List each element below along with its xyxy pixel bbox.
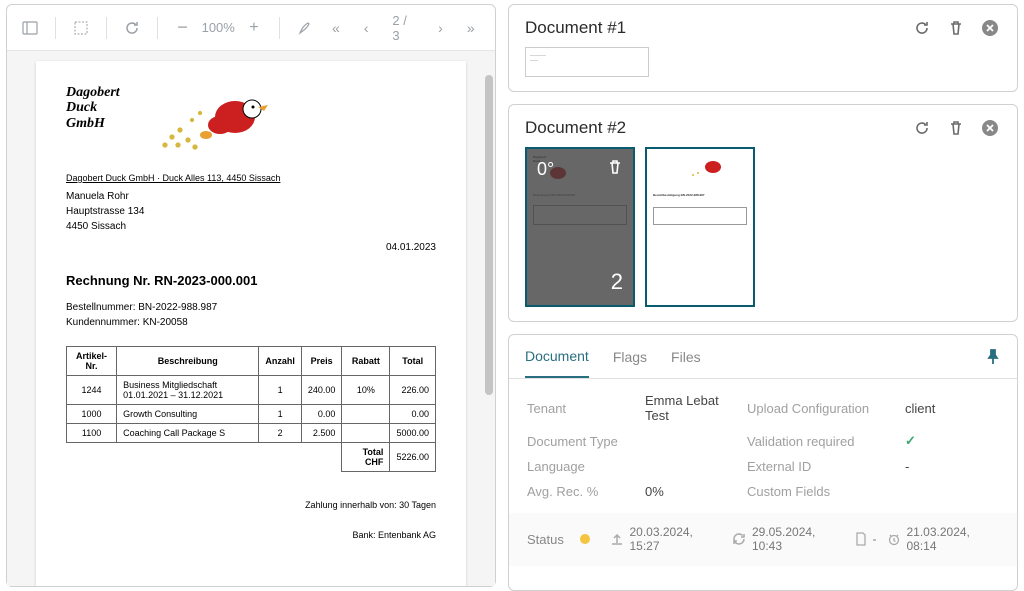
status-dot-icon	[580, 534, 590, 544]
status-row: Status 20.03.2024, 15:27 29.05.2024, 10:…	[509, 513, 1017, 566]
invoice-line-items-table: Artikel-Nr. Beschreibung Anzahl Preis Ra…	[66, 346, 436, 472]
meta-label: Custom Fields	[747, 484, 897, 499]
thumb-page-number: 2	[537, 269, 623, 295]
reload-icon[interactable]	[911, 17, 933, 39]
document-card-1: Document #1 ——————	[508, 4, 1018, 92]
page-thumbnail-selected[interactable]: DagobertDuck Rechnung Nr RN-2023-000.001…	[525, 147, 635, 307]
clock-date: 21.03.2024, 08:14	[907, 525, 1000, 554]
doc1-thumbnail[interactable]: ——————	[525, 47, 649, 77]
metadata-panel: Document Flags Files Tenant Emma Lebat T…	[508, 334, 1018, 591]
zoom-out-icon[interactable]: −	[172, 14, 194, 42]
close-icon[interactable]	[979, 117, 1001, 139]
card-title: Document #2	[525, 118, 626, 138]
meta-label: Avg. Rec. %	[527, 484, 637, 499]
close-icon[interactable]	[979, 17, 1001, 39]
viewer-toolbar: − 100% + « ‹ 2 / 3 › »	[7, 5, 495, 51]
company-name: Dagobert Duck GmbH	[66, 85, 120, 131]
thumb-trash-icon[interactable]	[607, 159, 623, 175]
payment-terms: Zahlung innerhalb von: 30 Tagen	[66, 500, 436, 510]
page-indicator: 2 / 3	[384, 13, 422, 43]
meta-label: Validation required	[747, 434, 897, 449]
prev-page-icon[interactable]: ‹	[354, 14, 378, 42]
reload-icon[interactable]	[121, 14, 143, 42]
validation-check-icon: ✓	[905, 433, 999, 449]
status-label: Status	[527, 532, 564, 547]
table-row: 1000 Growth Consulting 1 0.00 0.00	[67, 405, 436, 424]
invoice-title: Rechnung Nr. RN-2023-000.001	[66, 273, 436, 288]
card-title: Document #1	[525, 18, 626, 38]
annotate-icon[interactable]	[294, 14, 316, 42]
last-page-icon[interactable]: »	[459, 14, 483, 42]
meta-label: Tenant	[527, 401, 637, 416]
tab-document[interactable]: Document	[525, 336, 589, 378]
tab-flags[interactable]: Flags	[613, 337, 647, 377]
rotation-label: 0°	[537, 159, 554, 180]
document-card-2: Document #2 DagobertDuck Rechnung Nr RN-…	[508, 104, 1018, 322]
meta-label: External ID	[747, 459, 897, 474]
scrollbar-thumb[interactable]	[485, 75, 493, 395]
right-column: Document #1 —————— Document #2 DagobertD…	[508, 0, 1018, 591]
reload-icon[interactable]	[911, 117, 933, 139]
file-icon	[855, 532, 867, 546]
document-viewport[interactable]: Dagobert Duck GmbH	[7, 51, 495, 586]
meta-label: Document Type	[527, 434, 637, 449]
tab-files[interactable]: Files	[671, 337, 701, 377]
sender-address-line: Dagobert Duck GmbH · Duck Alles 113, 445…	[66, 173, 436, 183]
refreshed-date: 29.05.2024, 10:43	[752, 525, 845, 554]
meta-value: client	[905, 401, 999, 416]
trash-icon[interactable]	[945, 117, 967, 139]
table-row: 1244 Business Mitgliedschaft 01.01.2021 …	[67, 376, 436, 405]
pin-icon[interactable]	[985, 349, 1001, 365]
zoom-in-icon[interactable]: +	[243, 14, 265, 42]
document-viewer-panel: − 100% + « ‹ 2 / 3 › » Dagobert Duck Gmb…	[6, 4, 496, 587]
customer-number: Kundennummer: KN-20058	[66, 317, 436, 328]
zoom-level: 100%	[202, 20, 235, 35]
invoice-date: 04.01.2023	[66, 242, 436, 253]
page-thumbnail[interactable]: Bestellbestätigung BN-2022-988.987	[645, 147, 755, 307]
select-tool-icon[interactable]	[70, 14, 92, 42]
next-page-icon[interactable]: ›	[428, 14, 452, 42]
uploaded-date: 20.03.2024, 15:27	[630, 525, 723, 554]
refresh-icon	[732, 532, 746, 546]
clock-icon	[887, 532, 901, 546]
order-number: Bestellnummer: BN-2022-988.987	[66, 302, 436, 313]
trash-icon[interactable]	[945, 17, 967, 39]
sidebar-toggle-icon[interactable]	[19, 14, 41, 42]
meta-label: Upload Configuration	[747, 401, 897, 416]
meta-label: Language	[527, 459, 637, 474]
logo-illustration	[150, 85, 290, 155]
bank-info: Bank: Entenbank AG	[66, 530, 436, 540]
meta-value: -	[905, 459, 999, 474]
tabs-row: Document Flags Files	[509, 335, 1017, 379]
document-page: Dagobert Duck GmbH	[36, 61, 466, 586]
upload-icon	[610, 532, 624, 546]
recipient-address: Manuela Rohr Hauptstrasse 134 4450 Sissa…	[66, 189, 436, 234]
meta-value: Emma Lebat Test	[645, 393, 739, 423]
table-row: 1100 Coaching Call Package S 2 2.500 500…	[67, 424, 436, 443]
first-page-icon[interactable]: «	[324, 14, 348, 42]
metadata-grid: Tenant Emma Lebat Test Upload Configurat…	[527, 393, 999, 499]
meta-value: 0%	[645, 484, 739, 499]
file-status: -	[873, 532, 877, 546]
